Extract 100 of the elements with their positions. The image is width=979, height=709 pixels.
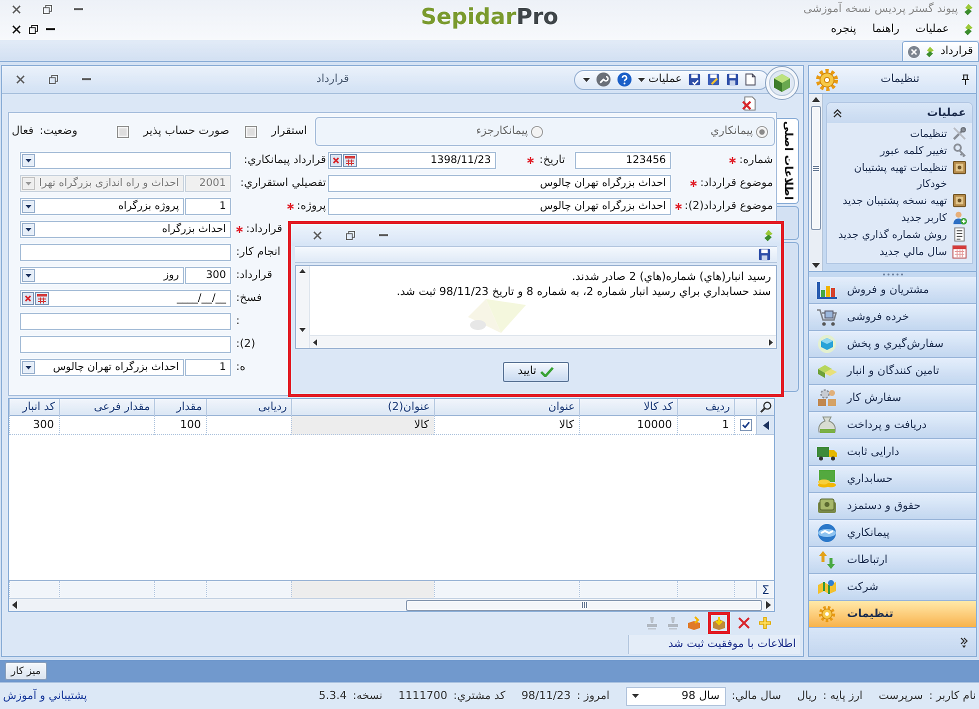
text-field[interactable]: احداث بزرگراه تهران چالوس bbox=[328, 198, 671, 215]
delete-document-icon[interactable] bbox=[742, 96, 757, 110]
new-document-icon[interactable] bbox=[745, 73, 756, 86]
module-button[interactable]: تامین کنندگان و انبار bbox=[809, 358, 976, 385]
scrollbar-thumb[interactable] bbox=[810, 106, 820, 230]
module-button[interactable]: سفارش کار bbox=[809, 385, 976, 412]
dropdown-field[interactable]: احداث بزرگراه bbox=[20, 221, 231, 238]
arrow-up-icon[interactable] bbox=[299, 269, 306, 273]
menu-button[interactable]: عملیات bbox=[638, 71, 682, 88]
calendar-icon[interactable] bbox=[35, 292, 49, 305]
task-link[interactable]: تهیه نسخه پشتیبان جدید bbox=[842, 193, 947, 209]
checkbox[interactable] bbox=[740, 419, 752, 431]
key-icon[interactable] bbox=[952, 143, 967, 158]
module-button[interactable]: دارایی ثابت bbox=[809, 439, 976, 466]
arrow-down-icon[interactable] bbox=[812, 263, 820, 268]
wrench-icon[interactable] bbox=[596, 72, 612, 87]
clear-icon[interactable] bbox=[330, 154, 342, 167]
arrow-left-icon[interactable] bbox=[313, 338, 317, 346]
radio-button[interactable] bbox=[531, 126, 543, 138]
caret-icon[interactable] bbox=[22, 154, 35, 167]
task-link[interactable]: کاربر جدید bbox=[901, 210, 947, 226]
date-field[interactable]: 1398/11/23 bbox=[328, 152, 496, 169]
arrow-right-icon[interactable] bbox=[769, 338, 773, 346]
caret-icon[interactable] bbox=[22, 200, 35, 213]
text-field[interactable] bbox=[20, 336, 231, 353]
arrow-down-icon[interactable] bbox=[299, 328, 306, 332]
caret-icon[interactable] bbox=[22, 269, 35, 282]
caret-icon[interactable] bbox=[22, 223, 35, 236]
radio-button[interactable] bbox=[756, 126, 768, 138]
save-icon[interactable] bbox=[726, 73, 739, 86]
minimize-icon[interactable] bbox=[46, 28, 55, 30]
task-link[interactable]: تنظیمات تهیه پشتیبان خودکار bbox=[830, 160, 947, 192]
collapse-icon[interactable] bbox=[833, 108, 842, 118]
restore-icon[interactable] bbox=[43, 4, 52, 14]
module-button[interactable]: شرکت bbox=[809, 574, 976, 601]
calendar-icon[interactable] bbox=[952, 244, 967, 259]
delete-icon[interactable] bbox=[737, 616, 751, 630]
save-as-icon[interactable] bbox=[707, 73, 720, 86]
menu-item[interactable]: راهنما bbox=[869, 20, 902, 38]
module-button[interactable]: پیمانکاري bbox=[809, 520, 976, 547]
dropdown-field[interactable]: سال 98 bbox=[626, 686, 726, 706]
tools-icon[interactable] bbox=[952, 126, 967, 141]
numbered-page-icon[interactable] bbox=[952, 227, 967, 242]
dropdown-field[interactable]: پروژه بزرگراه bbox=[20, 198, 184, 215]
caret-icon[interactable] bbox=[22, 361, 35, 374]
close-icon[interactable] bbox=[12, 4, 21, 14]
close-icon[interactable] bbox=[12, 24, 21, 34]
module-button[interactable]: دریافت و پرداخت bbox=[809, 412, 976, 439]
checkbox[interactable] bbox=[245, 126, 258, 138]
logo-icon[interactable] bbox=[962, 22, 975, 36]
row-header[interactable] bbox=[756, 416, 774, 435]
caret-icon[interactable] bbox=[583, 78, 590, 82]
minimize-icon[interactable] bbox=[74, 8, 83, 10]
task-link[interactable]: روش شماره گذاري جديد bbox=[838, 227, 947, 243]
restore-icon[interactable] bbox=[346, 230, 355, 240]
module-button[interactable]: حقوق و دستمزد bbox=[809, 493, 976, 520]
clear-icon[interactable] bbox=[22, 292, 34, 305]
add-user-icon[interactable] bbox=[952, 210, 967, 225]
support-link[interactable]: پشتيباني و آموزش bbox=[3, 688, 88, 704]
calendar-icon[interactable] bbox=[343, 154, 357, 167]
vertical-tab[interactable]: اطلاعات اصلی bbox=[777, 118, 799, 204]
text-field[interactable] bbox=[20, 313, 231, 330]
text-field[interactable]: 300 bbox=[185, 267, 231, 284]
module-button[interactable]: مشتریان و فروش bbox=[809, 277, 976, 304]
date-field[interactable]: ____/__/__ bbox=[20, 290, 231, 307]
arrow-right-icon[interactable] bbox=[766, 601, 771, 609]
task-link[interactable]: تنظیمات bbox=[910, 126, 947, 142]
menu-item[interactable]: پنجره bbox=[828, 20, 860, 38]
help-icon[interactable] bbox=[617, 72, 632, 87]
save-icon[interactable] bbox=[758, 248, 771, 261]
close-icon[interactable] bbox=[313, 230, 322, 240]
text-field[interactable]: 1 bbox=[185, 198, 231, 215]
dropdown-field[interactable]: احداث بزرگراه تهران چالوس bbox=[20, 359, 184, 376]
safe-icon[interactable] bbox=[952, 193, 967, 208]
menu-item[interactable]: عملیات bbox=[912, 20, 952, 38]
module-button[interactable]: حسابداري bbox=[809, 466, 976, 493]
document-tab[interactable]: قرارداد bbox=[902, 41, 979, 61]
restore-icon[interactable] bbox=[29, 24, 38, 34]
pin-icon[interactable] bbox=[961, 74, 970, 85]
chevron-icon[interactable] bbox=[960, 636, 968, 648]
dropdown-field[interactable]: روز bbox=[20, 267, 184, 284]
search-icon[interactable] bbox=[760, 401, 772, 414]
save-icon[interactable] bbox=[688, 73, 701, 86]
task-link[interactable]: تغییر کلمه عبور bbox=[880, 143, 947, 159]
taskbar-button[interactable]: میز کار bbox=[5, 662, 47, 680]
text-field[interactable]: 123456 bbox=[575, 152, 671, 169]
safe-icon[interactable] bbox=[952, 160, 967, 175]
scrollbar-thumb[interactable] bbox=[406, 600, 762, 610]
checkbox[interactable] bbox=[117, 126, 130, 138]
task-link[interactable]: سال مالي جديد bbox=[879, 244, 947, 260]
module-button[interactable]: خرده فروشی bbox=[809, 304, 976, 331]
text-field[interactable]: 1 bbox=[185, 359, 231, 376]
module-button[interactable]: تنظیمات bbox=[809, 601, 976, 628]
module-button[interactable]: سفارش‌گیري و پخش bbox=[809, 331, 976, 358]
dropdown-field[interactable] bbox=[20, 152, 231, 169]
module-button[interactable]: ارتباطات bbox=[809, 547, 976, 574]
text-field[interactable] bbox=[20, 244, 231, 261]
cube-icon[interactable] bbox=[765, 66, 799, 100]
text-field[interactable]: احداث بزرگراه تهران چالوس bbox=[328, 175, 671, 192]
arrow-up-icon[interactable] bbox=[812, 97, 820, 102]
